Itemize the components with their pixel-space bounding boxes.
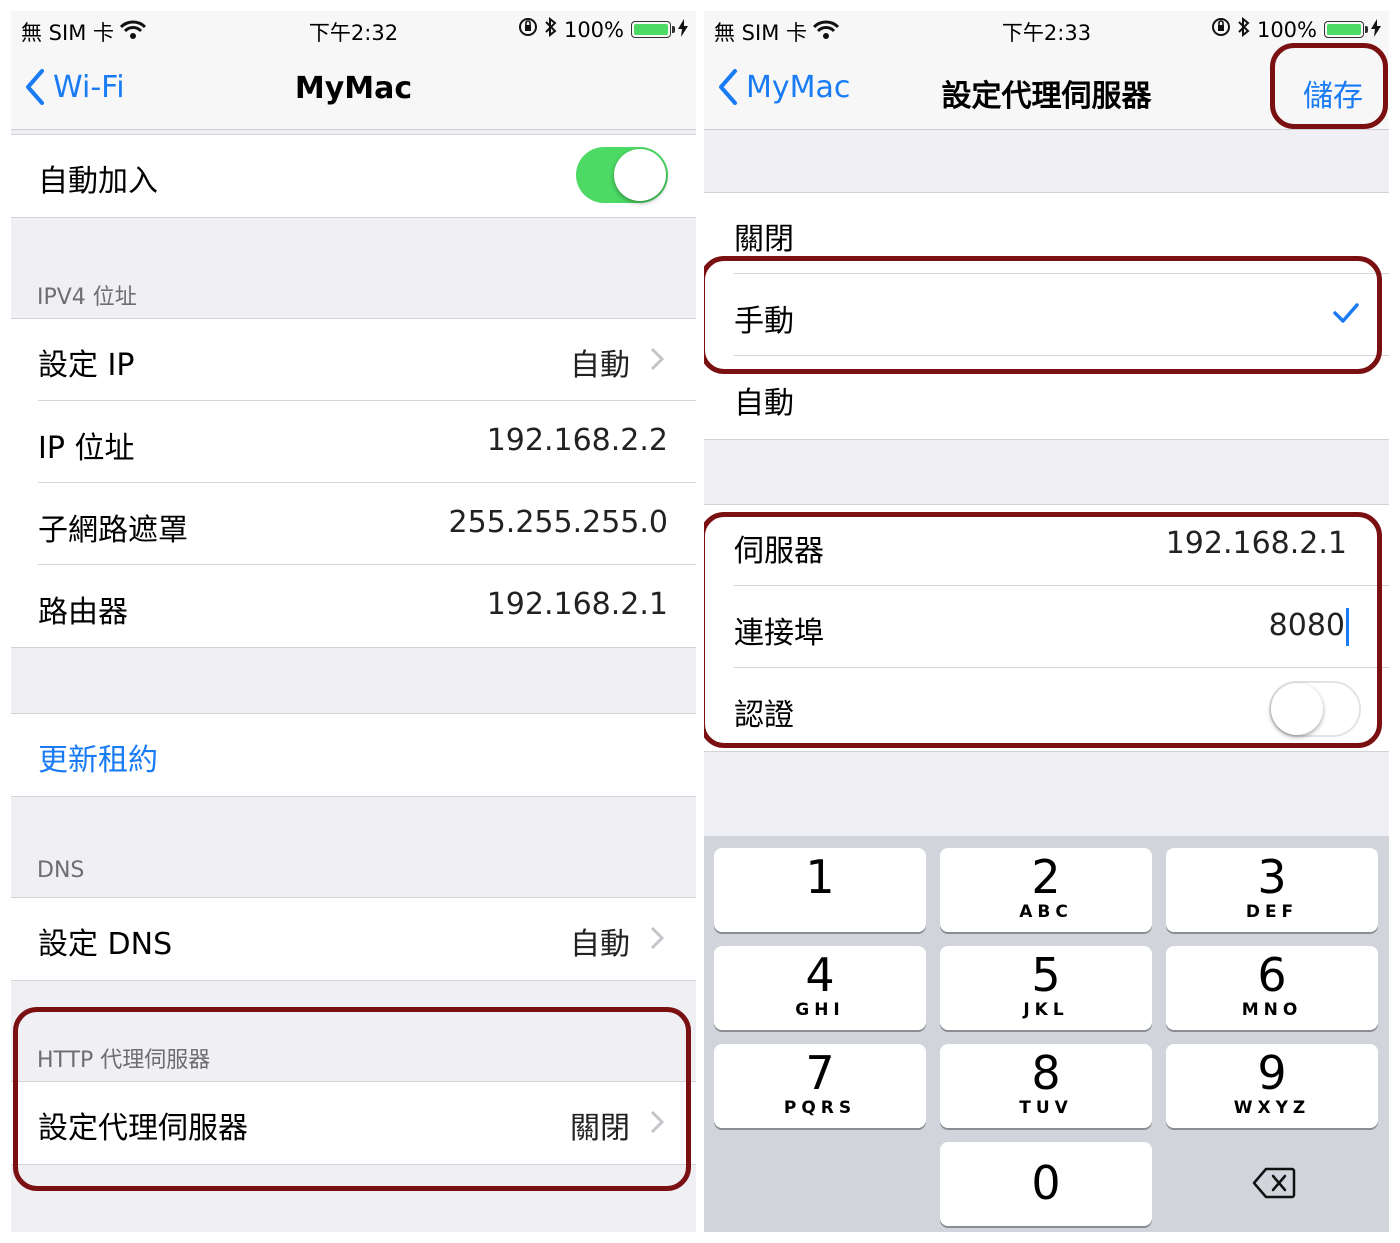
key-7[interactable]: 7 PQRS <box>714 1044 926 1128</box>
key-6[interactable]: 6 MNO <box>1166 946 1378 1030</box>
configure-ip-value: 自動 <box>570 348 630 383</box>
ip-address-value: 192.168.2.2 <box>486 423 668 458</box>
backspace-icon <box>1252 1167 1296 1199</box>
router-value: 192.168.2.1 <box>486 587 668 622</box>
key-1[interactable]: 1 <box>714 848 926 932</box>
chevron-right-icon <box>650 347 665 371</box>
battery-percent: 100% <box>563 17 624 42</box>
option-auto-label: 自動 <box>734 386 794 421</box>
key-5[interactable]: 5 JKL <box>940 946 1152 1030</box>
ip-address-row: IP 位址 192.168.2.2 <box>11 401 696 483</box>
auto-join-switch[interactable] <box>576 147 668 203</box>
proxy-settings-screen: 無 SIM 卡 下午2:33 100% MyMac 設定代理伺服器 儲存 關閉 … <box>704 11 1389 1232</box>
renew-lease-button[interactable]: 更新租約 <box>11 713 696 795</box>
ipv4-section-header: IPV4 位址 <box>37 285 137 310</box>
bluetooth-icon <box>545 16 557 42</box>
configure-dns-value: 自動 <box>570 927 630 962</box>
router-label: 路由器 <box>38 595 128 630</box>
manual-highlight-frame <box>704 256 1382 374</box>
subnet-mask-row: 子網路遮罩 255.255.255.0 <box>11 483 696 565</box>
orientation-lock-icon <box>1211 17 1231 42</box>
wifi-detail-screen: 無 SIM 卡 下午2:32 100% Wi-Fi MyMac 自動加入 IPV… <box>11 11 696 1232</box>
key-8[interactable]: 8 TUV <box>940 1044 1152 1128</box>
configure-dns-label: 設定 DNS <box>38 927 173 962</box>
configure-ip-row[interactable]: 設定 IP 自動 <box>11 318 696 400</box>
auto-join-label: 自動加入 <box>38 164 158 199</box>
fields-highlight-frame <box>704 512 1382 748</box>
key-2[interactable]: 2 ABC <box>940 848 1152 932</box>
delete-key[interactable] <box>1166 1142 1378 1226</box>
key-4[interactable]: 4 GHI <box>714 946 926 1030</box>
navigation-bar: Wi-Fi MyMac <box>11 49 696 130</box>
charging-bolt-icon <box>678 18 688 42</box>
dns-section-header: DNS <box>37 858 85 883</box>
bluetooth-icon <box>1238 16 1250 42</box>
renew-lease-label: 更新租約 <box>38 743 158 778</box>
subnet-mask-label: 子網路遮罩 <box>38 513 188 548</box>
configure-ip-label: 設定 IP <box>38 348 135 383</box>
option-off-label: 關閉 <box>734 222 794 257</box>
charging-bolt-icon <box>1371 18 1381 42</box>
page-title: MyMac <box>294 71 413 106</box>
auto-join-row: 自動加入 <box>11 134 696 216</box>
key-9[interactable]: 9 WXYZ <box>1166 1044 1378 1128</box>
numeric-keypad: 1 2 ABC 3 DEF 4 GHI 5 JKL 6 MNO 7 PQRS 8 TUV 9W… <box>704 836 1389 1232</box>
chevron-right-icon <box>650 926 665 950</box>
save-highlight-frame <box>1270 43 1388 129</box>
proxy-highlight-frame <box>13 1007 691 1191</box>
battery-percent: 100% <box>1256 17 1317 42</box>
key-0[interactable]: 0 <box>940 1142 1152 1226</box>
battery-icon <box>631 21 675 38</box>
key-3[interactable]: 3 DEF <box>1166 848 1378 932</box>
configure-dns-row[interactable]: 設定 DNS 自動 <box>11 897 696 979</box>
orientation-lock-icon <box>518 17 538 42</box>
router-row: 路由器 192.168.2.1 <box>11 565 696 647</box>
status-bar: 無 SIM 卡 下午2:32 100% <box>11 11 696 49</box>
ip-address-label: IP 位址 <box>38 431 135 466</box>
subnet-mask-value: 255.255.255.0 <box>448 505 668 540</box>
battery-icon <box>1324 21 1368 38</box>
